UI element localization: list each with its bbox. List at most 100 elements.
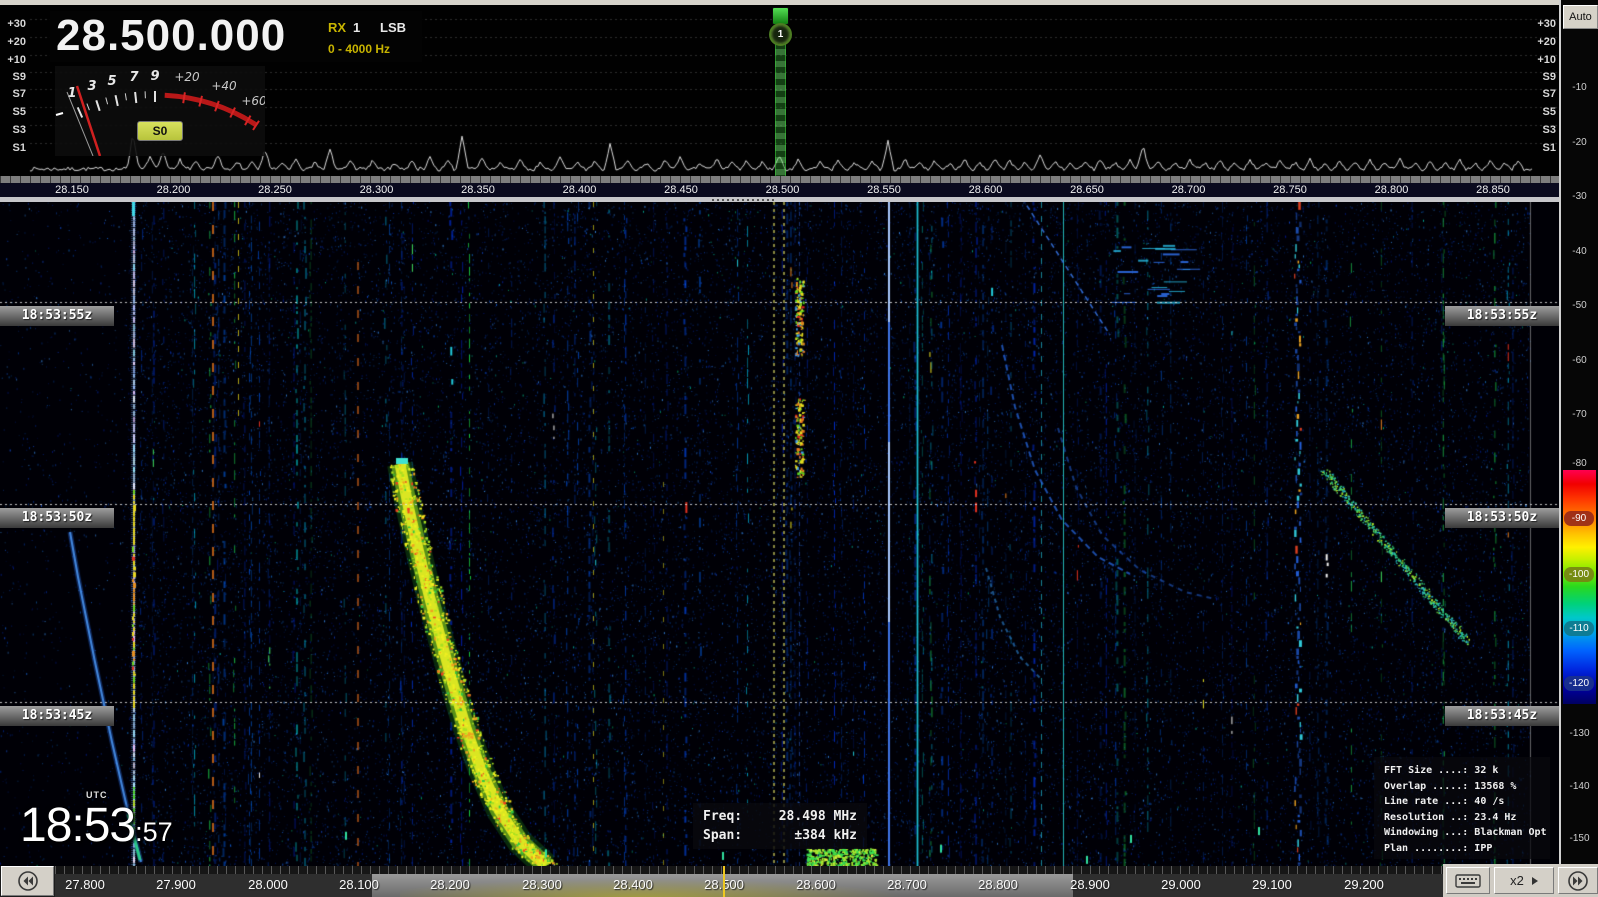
- spectrum-db-label: S3: [1528, 124, 1556, 136]
- cursor-span-label: Span:: [703, 826, 742, 845]
- sdr-console-window: +30+20+10S9S7S5S3S1 +30+20+10S9S7S5S3S1 …: [0, 0, 1598, 897]
- bottom-tick-strip[interactable]: [55, 866, 1443, 874]
- spectrum-db-label: S7: [0, 88, 26, 100]
- spectrum-freq-label: 28.350: [461, 183, 495, 197]
- scroll-left-button[interactable]: [1, 866, 54, 896]
- spectrum-freq-label: 28.600: [969, 183, 1003, 197]
- svg-text:5: 5: [107, 74, 116, 89]
- fft-info-line: Overlap .....: 13568 %: [1384, 779, 1550, 795]
- spectrum-db-label: S9: [0, 71, 26, 83]
- spectrum-freq-label: 28.550: [867, 183, 901, 197]
- clock-hours-minutes: 18:53: [20, 800, 135, 852]
- resume-scroll-button[interactable]: [1558, 867, 1598, 894]
- s-meter-scale: 1 3 5 7 9 +20 +40 +60: [55, 66, 265, 156]
- db-scale-label: -140: [1561, 781, 1598, 792]
- svg-text:+40: +40: [211, 79, 237, 93]
- db-scale-label: -30: [1561, 191, 1598, 202]
- spectrum-freq-label: 28.300: [360, 183, 394, 197]
- svg-text:7: 7: [129, 70, 139, 85]
- spectrum-tick-strip[interactable]: [0, 176, 1559, 183]
- spectrum-db-label: S7: [1528, 88, 1556, 100]
- clock-seconds: :57: [135, 817, 173, 848]
- rx-label: RX: [328, 20, 346, 35]
- db-scale-label: -60: [1561, 355, 1598, 366]
- bottom-freq-label: 29.200: [1344, 877, 1384, 892]
- spectrum-db-label: +20: [1528, 36, 1556, 48]
- tuned-frequency-tick: [723, 866, 725, 897]
- fft-info-box: FFT Size ....: 32 kOverlap .....: 13568 …: [1374, 757, 1550, 859]
- tuning-marker-badge[interactable]: 1: [769, 23, 792, 46]
- spectrum-freq-label: 28.800: [1375, 183, 1409, 197]
- vfo-display: 28.500.000 RX 1 LSB 0 - 4000 Hz: [50, 11, 422, 62]
- play-forward-icon: [1567, 870, 1589, 892]
- db-scale-label: -70: [1561, 409, 1598, 420]
- bottom-freq-label: 28.700: [887, 877, 927, 892]
- spectrum-db-label: +30: [1528, 18, 1556, 30]
- spectrum-db-label: +30: [0, 18, 26, 30]
- db-scale-label: -130: [1561, 728, 1598, 739]
- svg-text:9: 9: [150, 69, 159, 84]
- bottom-freq-label: 28.200: [430, 877, 470, 892]
- spectrum-freq-label: 28.400: [563, 183, 597, 197]
- filter-range-label: 0 - 4000 Hz: [328, 42, 390, 56]
- time-label-left: 18:53:45z: [0, 706, 114, 726]
- svg-text:3: 3: [87, 79, 96, 94]
- s-meter-value-badge: S0: [137, 121, 183, 141]
- db-scale-badge: -120: [1564, 676, 1594, 691]
- fft-info-line: FFT Size ....: 32 k: [1384, 763, 1550, 779]
- cursor-freq-value: 28.498 MHz: [779, 807, 857, 826]
- spectrum-freq-label: 28.150: [55, 183, 89, 197]
- time-label-right: 18:53:45z: [1445, 706, 1559, 726]
- waterfall-canvas[interactable]: [0, 202, 1561, 868]
- spectrum-freq-label: 28.650: [1070, 183, 1104, 197]
- bottom-freq-label: 28.600: [796, 877, 836, 892]
- bottom-freq-label: 28.400: [613, 877, 653, 892]
- cursor-span-value: ±384 kHz: [794, 826, 857, 845]
- waterfall-colour-gradient[interactable]: [1563, 470, 1596, 704]
- bottom-freq-label: 28.100: [339, 877, 379, 892]
- spectrum-db-label: S9: [1528, 71, 1556, 83]
- time-label-left: 18:53:50z: [0, 508, 114, 528]
- utc-clock: 18:53 :57: [20, 800, 173, 852]
- spectrum-freq-label: 28.700: [1172, 183, 1206, 197]
- svg-text:+60: +60: [241, 94, 265, 108]
- cursor-info-box: Freq: 28.498 MHz Span: ±384 kHz: [693, 803, 867, 849]
- bottom-frequency-bar: 27.80027.90028.00028.10028.20028.30028.4…: [0, 866, 1598, 897]
- db-scale-label: -40: [1561, 246, 1598, 257]
- db-scale-label: -50: [1561, 300, 1598, 311]
- spectrum-db-label: +10: [1528, 54, 1556, 66]
- bottom-right-controls: x2: [1443, 864, 1598, 897]
- bottom-freq-label: 27.900: [156, 877, 196, 892]
- svg-text:1: 1: [67, 86, 76, 101]
- spectrum-frequency-scale[interactable]: 28.15028.20028.25028.30028.35028.40028.4…: [0, 183, 1559, 197]
- spectrum-db-label: S1: [1528, 142, 1556, 154]
- spectrum-db-label: +10: [0, 54, 26, 66]
- db-scale-badge: -100: [1564, 567, 1594, 582]
- zoom-step-button[interactable]: x2: [1494, 867, 1554, 894]
- db-scale-badge: -110: [1564, 621, 1594, 636]
- passband-indicator: [712, 199, 776, 201]
- rewind-icon: [17, 870, 39, 892]
- keyboard-entry-button[interactable]: [1446, 867, 1490, 894]
- mode-label[interactable]: LSB: [380, 20, 406, 35]
- bottom-frequency-scale[interactable]: 27.80027.90028.00028.10028.20028.30028.4…: [55, 874, 1443, 897]
- db-colour-scale: Auto -10-20-30-40-50-60-70-80-90-100-110…: [1561, 0, 1598, 865]
- db-scale-label: -10: [1561, 82, 1598, 93]
- db-scale-label: -20: [1561, 137, 1598, 148]
- bottom-freq-label: 29.100: [1252, 877, 1292, 892]
- bottom-freq-label: 28.300: [522, 877, 562, 892]
- auto-range-button[interactable]: Auto: [1563, 5, 1598, 29]
- fft-info-line: Windowing ...: Blackman Opt: [1384, 825, 1550, 841]
- db-scale-label: -150: [1561, 833, 1598, 844]
- bottom-freq-label: 28.000: [248, 877, 288, 892]
- fft-info-line: Plan ........: IPP: [1384, 841, 1550, 857]
- db-scale-badge: -90: [1564, 511, 1594, 526]
- vfo-frequency[interactable]: 28.500.000: [56, 11, 286, 61]
- spectrum-freq-label: 28.750: [1273, 183, 1307, 197]
- tuning-marker-bar[interactable]: [775, 25, 786, 181]
- svg-text:+20: +20: [174, 70, 200, 84]
- spectrum-freq-label: 28.500: [766, 183, 800, 197]
- time-label-left: 18:53:55z: [0, 306, 114, 326]
- s-meter-min-mark: [56, 113, 63, 115]
- spectrum-db-label: S1: [0, 142, 26, 154]
